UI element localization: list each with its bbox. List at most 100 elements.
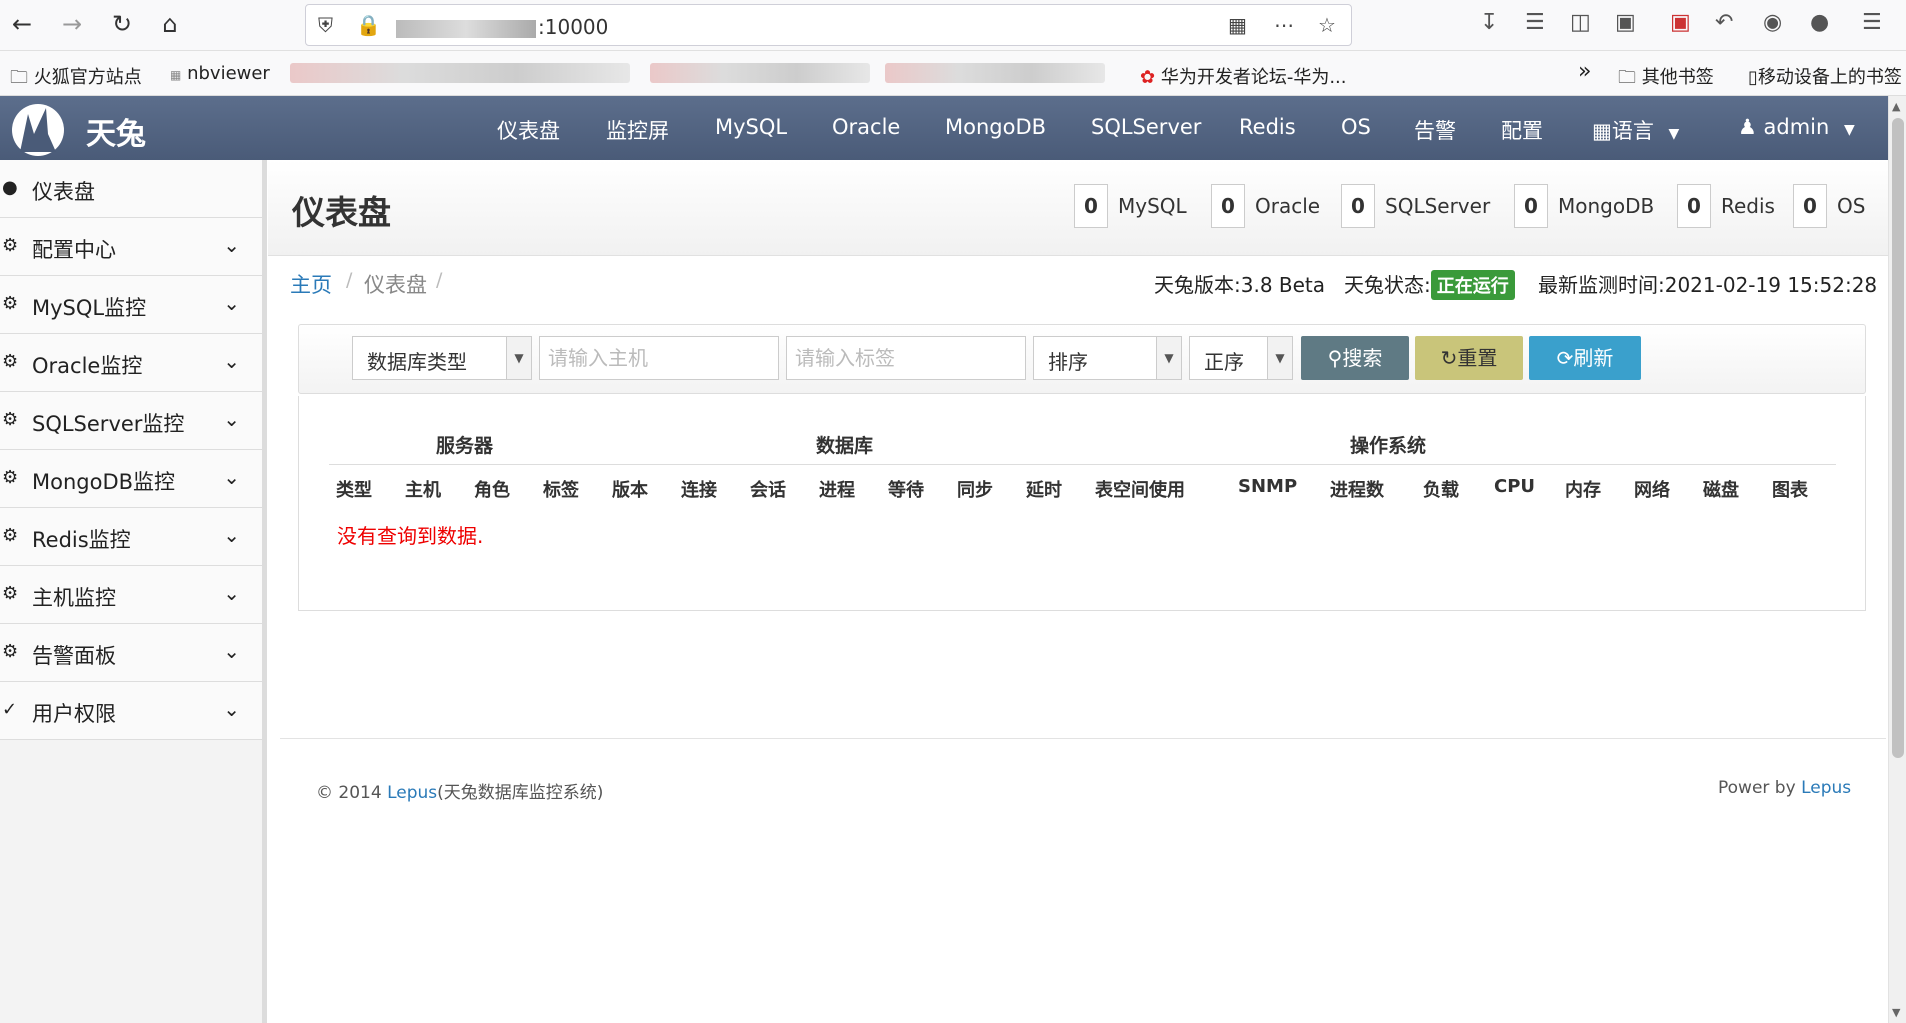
col-network[interactable]: 网络: [1634, 476, 1670, 502]
url-bar[interactable]: ⛨ 🔒 :10000 ▦ ⋯ ☆: [305, 4, 1352, 46]
col-cpu[interactable]: CPU: [1494, 476, 1535, 497]
chevron-down-icon: ⌄: [223, 465, 240, 489]
breadcrumb-home[interactable]: 主页: [290, 269, 332, 299]
col-memory[interactable]: 内存: [1565, 476, 1601, 502]
back-button[interactable]: ←: [4, 6, 40, 42]
nav-mongodb[interactable]: MongoDB: [945, 115, 1046, 139]
qr-code-icon[interactable]: ▦: [1228, 13, 1247, 37]
user-icon: ♟: [1738, 115, 1757, 139]
bookmark-redacted-1[interactable]: [290, 63, 630, 83]
more-icon[interactable]: ⋯: [1274, 13, 1294, 37]
home-button[interactable]: ⌂: [152, 6, 188, 42]
col-load[interactable]: 负载: [1423, 476, 1459, 502]
bookmark-redacted-2[interactable]: [650, 63, 870, 83]
col-host[interactable]: 主机: [405, 476, 441, 502]
nav-os[interactable]: OS: [1341, 115, 1371, 139]
nav-language[interactable]: ▦语言 ▼: [1592, 115, 1679, 145]
bookmark-other[interactable]: 🗀 其他书签: [1618, 63, 1714, 95]
star-icon[interactable]: ☆: [1318, 13, 1336, 37]
sidebar-item-mongodb[interactable]: ⚙ MongoDB监控 ⌄: [0, 450, 262, 508]
sort-select[interactable]: 排序 ▼: [1033, 336, 1182, 380]
bookmark-firefox[interactable]: 🗀 火狐官方站点: [10, 63, 142, 95]
nav-alarm[interactable]: 告警: [1414, 115, 1456, 145]
col-process-count[interactable]: 进程数: [1330, 476, 1384, 502]
pocket-icon[interactable]: ▣: [1670, 10, 1691, 35]
tag-input[interactable]: [786, 336, 1026, 380]
col-disk[interactable]: 磁盘: [1703, 476, 1739, 502]
col-tag[interactable]: 标签: [543, 476, 579, 502]
scroll-down-icon[interactable]: ▼: [1892, 1006, 1900, 1019]
sidebar-icon[interactable]: ◫: [1570, 10, 1591, 35]
sidebar-item-config-center[interactable]: ⚙ 配置中心 ⌄: [0, 218, 262, 276]
col-tablespace[interactable]: 表空间使用: [1095, 476, 1185, 502]
download-icon[interactable]: ↧: [1480, 10, 1498, 35]
nav-monitor-screen[interactable]: 监控屏: [606, 115, 669, 145]
nav-mysql[interactable]: MySQL: [715, 115, 787, 139]
reload-button[interactable]: ↻: [104, 6, 140, 42]
library-icon[interactable]: ☰: [1525, 10, 1545, 35]
sidebar-item-host[interactable]: ⚙ 主机监控 ⌄: [0, 566, 262, 624]
nav-sqlserver[interactable]: SQLServer: [1091, 115, 1201, 139]
url-text: :10000: [396, 15, 608, 39]
stat-sqlserver[interactable]: 0 SQLServer: [1341, 184, 1490, 228]
undo-icon[interactable]: ↶: [1715, 10, 1733, 35]
bookmark-nbviewer[interactable]: ▦ nbviewer: [170, 63, 270, 84]
search-button[interactable]: ⚲搜索: [1301, 336, 1409, 380]
bookmark-redacted-3[interactable]: [885, 63, 1105, 83]
order-select[interactable]: 正序 ▼: [1189, 336, 1293, 380]
col-chart[interactable]: 图表: [1772, 476, 1808, 502]
sidebar-item-redis[interactable]: ⚙ Redis监控 ⌄: [0, 508, 262, 566]
insecure-lock-icon[interactable]: 🔒: [356, 13, 381, 37]
col-connections[interactable]: 连接: [681, 476, 717, 502]
reset-button[interactable]: ↻重置: [1415, 336, 1523, 380]
rabbit-logo-icon[interactable]: [2, 100, 72, 156]
nav-redis[interactable]: Redis: [1239, 115, 1296, 139]
bookmarks-overflow-icon[interactable]: »: [1578, 59, 1591, 84]
col-snmp[interactable]: SNMP: [1238, 476, 1297, 497]
stat-mysql[interactable]: 0 MySQL: [1074, 184, 1187, 228]
forward-button[interactable]: →: [54, 6, 90, 42]
col-delay[interactable]: 延时: [1026, 476, 1062, 502]
col-type[interactable]: 类型: [336, 476, 372, 502]
stat-oracle[interactable]: 0 Oracle: [1211, 184, 1320, 228]
db-type-select[interactable]: 数据库类型 ▼: [352, 336, 532, 380]
col-processes[interactable]: 进程: [819, 476, 855, 502]
nav-oracle[interactable]: Oracle: [832, 115, 900, 139]
shield-icon[interactable]: ⛨: [318, 13, 333, 37]
refresh-button[interactable]: ⟳刷新: [1529, 336, 1641, 380]
bookmark-mobile[interactable]: ▯移动设备上的书签: [1748, 63, 1902, 89]
menu-icon[interactable]: ☰: [1862, 10, 1882, 35]
col-version[interactable]: 版本: [612, 476, 648, 502]
bookmark-huawei[interactable]: ✿ 华为开发者论坛-华为...: [1140, 63, 1347, 89]
nbviewer-icon: ▦: [170, 68, 182, 82]
col-sessions[interactable]: 会话: [750, 476, 786, 502]
nav-config[interactable]: 配置: [1501, 115, 1543, 145]
brand-name[interactable]: 天兔: [86, 109, 146, 153]
host-input[interactable]: [539, 336, 779, 380]
stat-redis[interactable]: 0 Redis: [1677, 184, 1775, 228]
sidebar-item-alarm-panel[interactable]: ⚙ 告警面板 ⌄: [0, 624, 262, 682]
sidebar-item-oracle[interactable]: ⚙ Oracle监控 ⌄: [0, 334, 262, 392]
page-scrollbar[interactable]: ▲ ▼: [1888, 96, 1906, 1023]
col-role[interactable]: 角色: [474, 476, 510, 502]
chevron-down-icon: ⌄: [223, 639, 240, 663]
chevron-down-icon: ▼: [1267, 337, 1292, 379]
scroll-up-icon[interactable]: ▲: [1892, 100, 1900, 113]
sidebar-item-dashboard[interactable]: ● 仪表盘: [0, 160, 262, 218]
col-sync[interactable]: 同步: [957, 476, 993, 502]
scroll-thumb[interactable]: [1892, 118, 1904, 758]
stat-os[interactable]: 0 OS: [1793, 184, 1865, 228]
stat-mongodb[interactable]: 0 MongoDB: [1514, 184, 1654, 228]
account-icon[interactable]: ◉: [1763, 10, 1782, 35]
col-waits[interactable]: 等待: [888, 476, 924, 502]
footer-power-link[interactable]: Lepus: [1801, 778, 1851, 798]
footer-lepus-link[interactable]: Lepus: [387, 783, 437, 803]
nav-dashboard[interactable]: 仪表盘: [497, 115, 560, 145]
chevron-down-icon: ⌄: [223, 407, 240, 431]
sidebar-item-sqlserver[interactable]: ⚙ SQLServer监控 ⌄: [0, 392, 262, 450]
sidebar-item-mysql[interactable]: ⚙ MySQL监控 ⌄: [0, 276, 262, 334]
crop-icon[interactable]: ▣: [1615, 10, 1636, 35]
chat-icon[interactable]: ●: [1810, 10, 1829, 35]
nav-user-menu[interactable]: ♟ admin ▼: [1738, 115, 1855, 139]
sidebar-item-user-permission[interactable]: ✓ 用户权限 ⌄: [0, 682, 262, 740]
